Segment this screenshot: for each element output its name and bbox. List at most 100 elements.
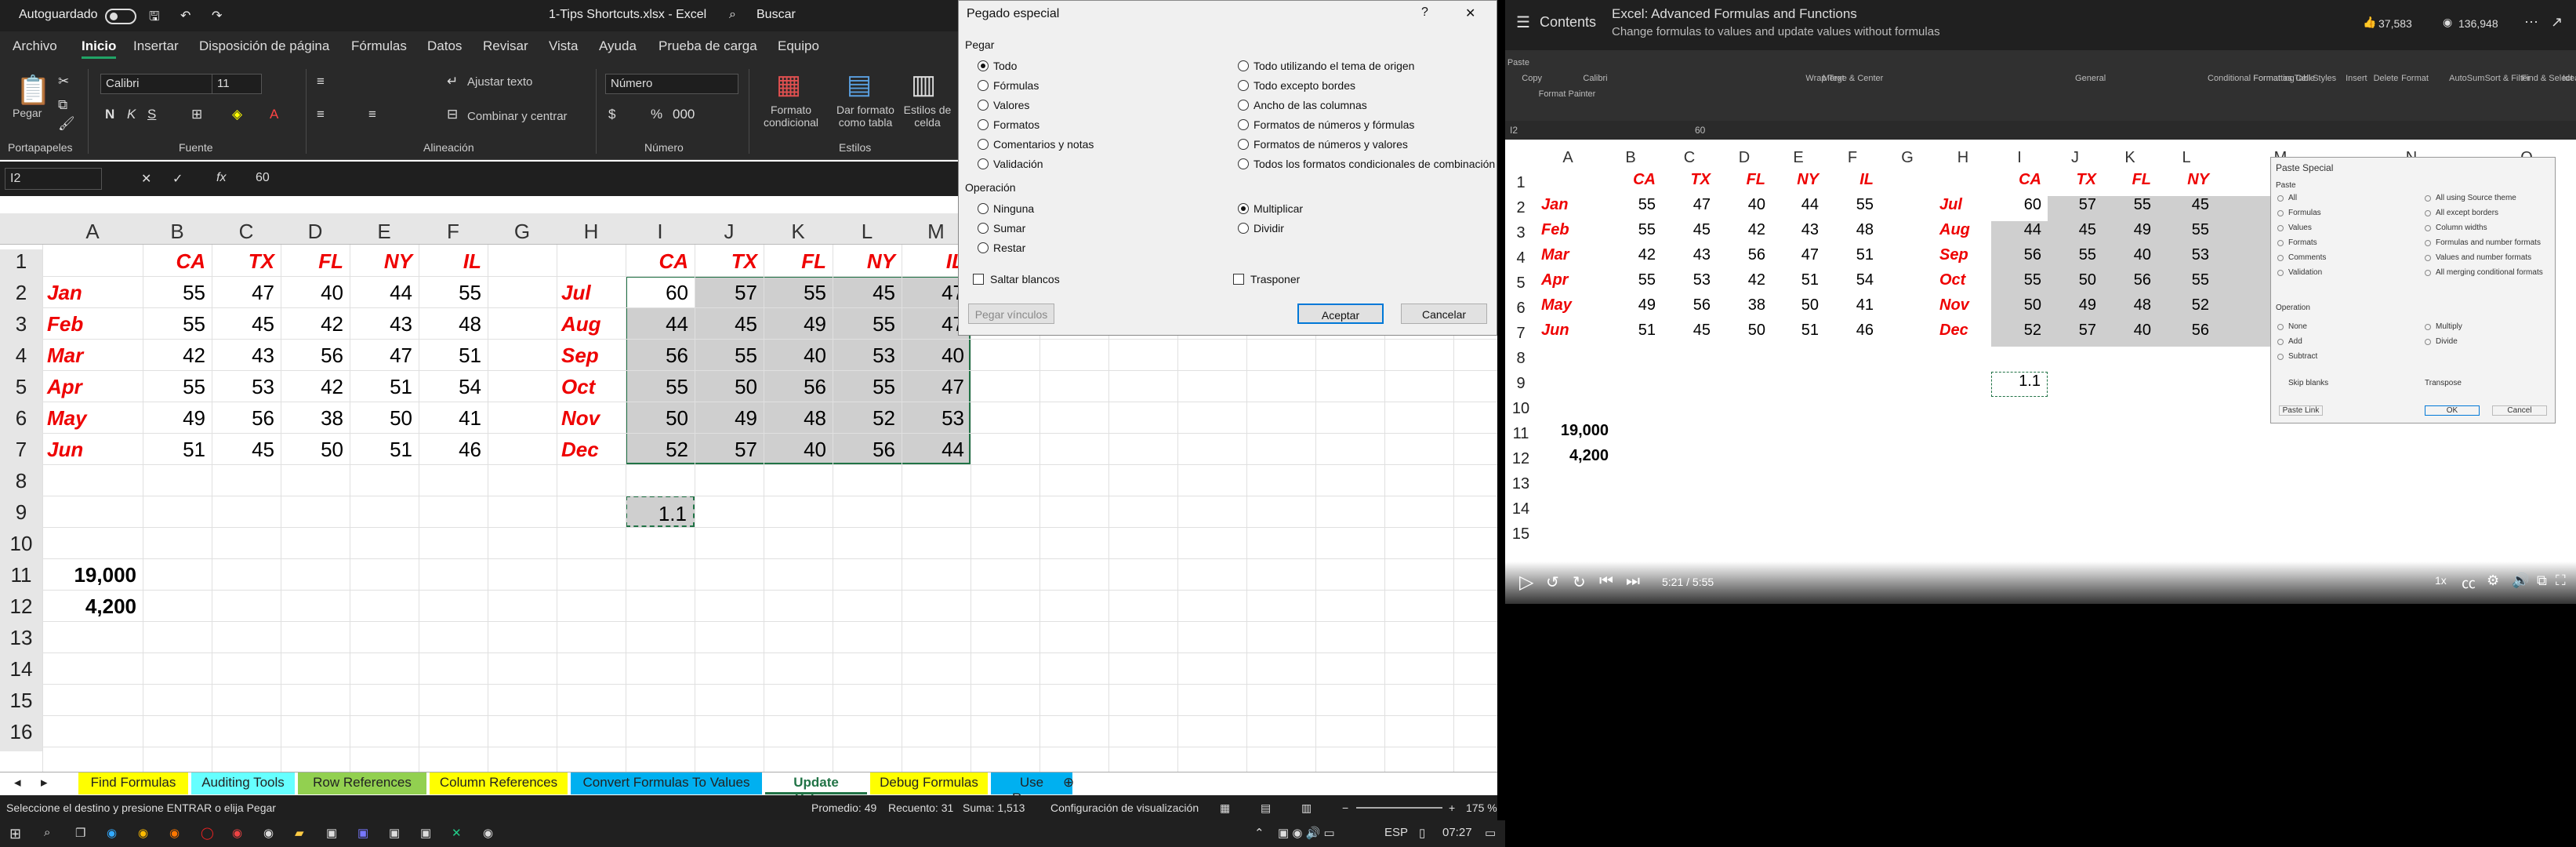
- cell[interactable]: 44: [350, 276, 419, 307]
- pip-icon[interactable]: ⧉: [2537, 573, 2547, 589]
- explorer-icon[interactable]: ▰: [295, 826, 304, 840]
- radio-paste-r5[interactable]: [1238, 158, 1249, 169]
- bold-icon[interactable]: N: [105, 107, 114, 122]
- search-taskbar-icon[interactable]: ⌕: [44, 826, 50, 839]
- cell[interactable]: FL: [764, 245, 833, 276]
- sheet-tab[interactable]: Column References: [430, 772, 568, 794]
- fill-color-icon[interactable]: ◈: [232, 107, 242, 122]
- cell[interactable]: 45: [212, 433, 281, 464]
- notif-icon[interactable]: ▯: [1419, 826, 1425, 840]
- fullscreen-icon[interactable]: ⛶: [2556, 573, 2566, 589]
- notifications-icon[interactable]: ▭: [1485, 826, 1496, 840]
- cell[interactable]: 42: [143, 339, 212, 370]
- cell[interactable]: Dec: [557, 433, 626, 464]
- autosave-toggle[interactable]: [105, 9, 136, 24]
- cell[interactable]: IL: [419, 245, 488, 276]
- radio-op-r0[interactable]: [1238, 203, 1249, 214]
- cell[interactable]: 51: [350, 370, 419, 402]
- cell[interactable]: 55: [143, 370, 212, 402]
- cell[interactable]: Sep: [557, 339, 626, 370]
- cell-i9[interactable]: 1.1: [626, 496, 695, 527]
- cell[interactable]: 49: [143, 402, 212, 433]
- radio-paste-r2[interactable]: [1238, 100, 1249, 111]
- cell[interactable]: 50: [281, 433, 350, 464]
- radio-paste-1[interactable]: [978, 80, 989, 91]
- next-icon[interactable]: ⏭: [1626, 573, 1640, 591]
- row-header[interactable]: 1: [0, 249, 42, 281]
- row-header[interactable]: 9: [0, 500, 42, 532]
- cell[interactable]: 38: [281, 402, 350, 433]
- radio-paste-2[interactable]: [978, 100, 989, 111]
- help-icon[interactable]: ?: [1421, 5, 1428, 20]
- add-sheet-icon[interactable]: ⊕: [1054, 772, 1083, 794]
- table-format-icon[interactable]: ▤: [847, 69, 872, 100]
- sheet-tab[interactable]: Find Formulas: [78, 772, 188, 794]
- cell[interactable]: 50: [350, 402, 419, 433]
- col-header[interactable]: J: [695, 220, 764, 244]
- play-icon[interactable]: ▷: [1519, 571, 1533, 594]
- row-header[interactable]: 14: [0, 657, 42, 689]
- cut-icon[interactable]: ✂: [58, 74, 69, 89]
- windows-icon[interactable]: ⊞: [9, 826, 21, 842]
- cancel-icon[interactable]: ✕: [141, 171, 151, 187]
- cell-a11[interactable]: 19,000: [42, 558, 143, 590]
- share-icon[interactable]: ↗: [2551, 14, 2563, 31]
- cell[interactable]: NY: [833, 245, 902, 276]
- cell[interactable]: Oct: [557, 370, 626, 402]
- task-view-icon[interactable]: ❐: [75, 826, 85, 840]
- table-format-button[interactable]: Dar formato como tabla: [828, 104, 903, 129]
- cell[interactable]: Mar: [42, 339, 143, 370]
- enter-icon[interactable]: ✓: [172, 171, 183, 187]
- cell[interactable]: 42: [281, 307, 350, 339]
- italic-icon[interactable]: K: [127, 107, 136, 122]
- underline-icon[interactable]: S: [147, 107, 156, 122]
- cond-format-icon[interactable]: ▦: [776, 69, 801, 100]
- cell[interactable]: 51: [350, 433, 419, 464]
- like-icon[interactable]: 👍: [2363, 16, 2376, 29]
- percent-icon[interactable]: %: [651, 107, 662, 122]
- cell[interactable]: TX: [212, 245, 281, 276]
- zoom-level[interactable]: 175 %: [1466, 802, 1497, 814]
- cell[interactable]: TX: [695, 245, 764, 276]
- radio-op-0[interactable]: [978, 203, 989, 214]
- row-header[interactable]: 13: [0, 626, 42, 657]
- menu-inicio[interactable]: Inicio: [82, 38, 117, 59]
- prev-icon[interactable]: ⏮: [1599, 573, 1613, 591]
- cell[interactable]: 42: [281, 370, 350, 402]
- tab-scroll-right-icon[interactable]: ▸: [31, 772, 57, 794]
- cell[interactable]: 55: [143, 276, 212, 307]
- save-icon[interactable]: 🖫: [149, 8, 160, 29]
- row-header[interactable]: 11: [0, 563, 42, 594]
- cell[interactable]: 53: [212, 370, 281, 402]
- app5-icon[interactable]: ◉: [483, 826, 493, 840]
- more-icon[interactable]: ⋯: [2524, 14, 2538, 31]
- merge-center-button[interactable]: Combinar y centrar: [467, 110, 568, 123]
- media-icon[interactable]: ◉: [232, 826, 242, 840]
- col-header[interactable]: H: [557, 220, 626, 244]
- col-header[interactable]: L: [833, 220, 902, 244]
- formula-input[interactable]: 60: [256, 171, 270, 185]
- row-header[interactable]: 3: [0, 312, 42, 344]
- col-header[interactable]: D: [281, 220, 350, 244]
- row-header[interactable]: 6: [0, 406, 42, 438]
- font-color-icon[interactable]: A: [270, 107, 278, 122]
- cell-styles-icon[interactable]: ▥: [911, 69, 936, 100]
- excel-taskbar-icon[interactable]: ✕: [452, 826, 462, 840]
- align-left-icon[interactable]: ≡: [317, 107, 325, 122]
- tray-up-icon[interactable]: ⌃: [1254, 826, 1264, 840]
- captions-icon[interactable]: ㏄: [2462, 573, 2476, 593]
- cell[interactable]: 43: [212, 339, 281, 370]
- zoom-in-icon[interactable]: +: [1449, 802, 1455, 814]
- wrap-text-button[interactable]: Ajustar texto: [467, 75, 532, 89]
- transpose-checkbox[interactable]: [1233, 274, 1244, 285]
- cell[interactable]: Apr: [42, 370, 143, 402]
- sheet-tab[interactable]: Convert Formulas To Values: [571, 772, 762, 794]
- radio-op-r1[interactable]: [1238, 223, 1249, 234]
- radio-paste-r0[interactable]: [1238, 60, 1249, 71]
- col-header[interactable]: C: [212, 220, 281, 244]
- cell[interactable]: 51: [143, 433, 212, 464]
- row-header[interactable]: 15: [0, 689, 42, 720]
- normal-view-icon[interactable]: ▦: [1220, 802, 1230, 815]
- cell[interactable]: Aug: [557, 307, 626, 339]
- paste-icon[interactable]: 📋: [16, 74, 51, 107]
